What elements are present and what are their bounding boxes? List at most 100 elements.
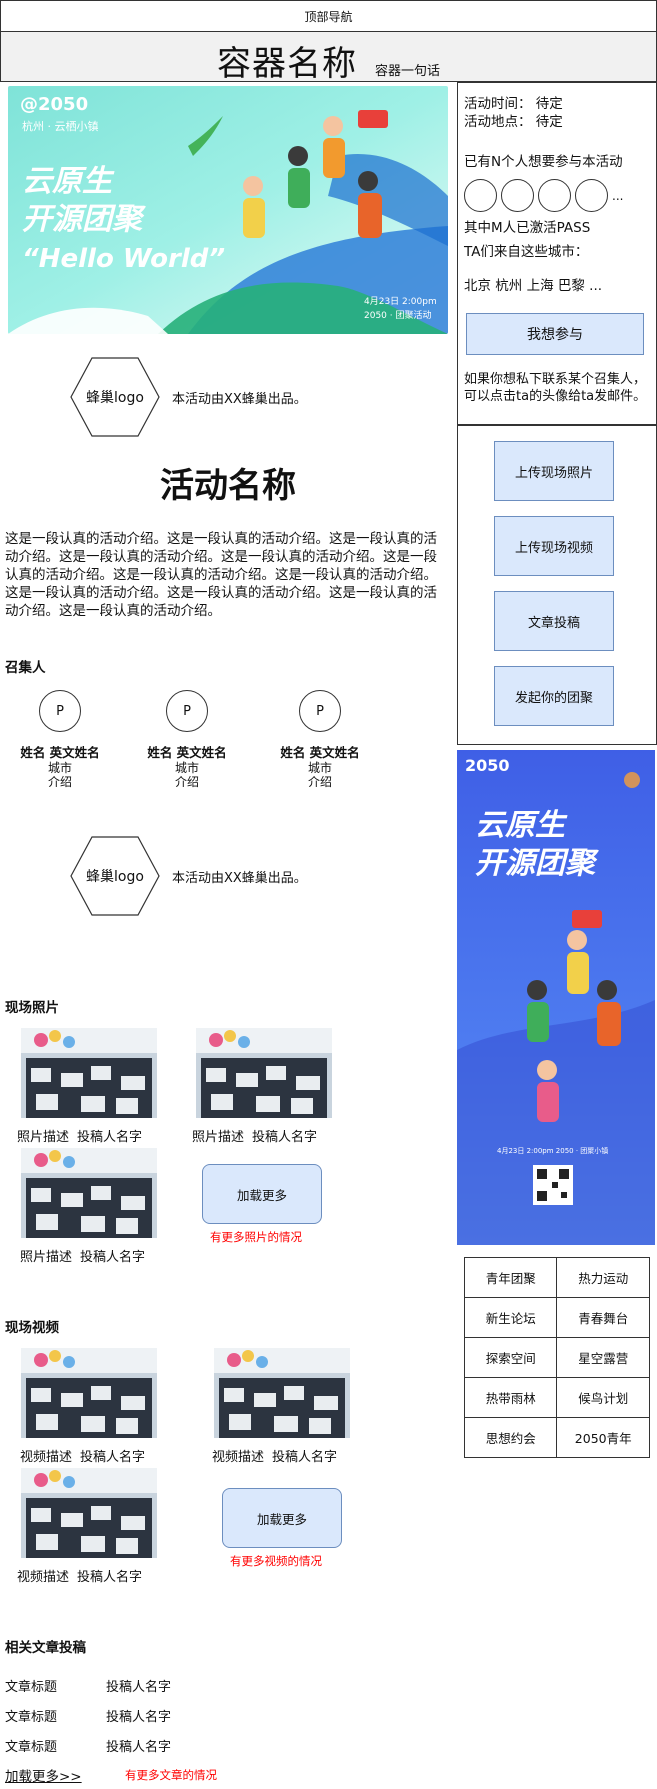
- live-video[interactable]: [214, 1348, 350, 1438]
- video-author[interactable]: 投稿人名字: [272, 1450, 337, 1465]
- photo-author[interactable]: 投稿人名字: [252, 1130, 317, 1145]
- video-description: 视频描述: [17, 1570, 70, 1585]
- live-photo[interactable]: [196, 1028, 332, 1118]
- video-author[interactable]: 投稿人名字: [80, 1450, 145, 1465]
- top-navigation[interactable]: 顶部导航: [0, 0, 657, 32]
- participant-avatar[interactable]: [501, 179, 534, 212]
- organizer-avatar[interactable]: P: [166, 690, 208, 732]
- banner-footer: 2050 · 团聚活动: [364, 311, 432, 321]
- submit-article-button[interactable]: 文章投稿: [494, 591, 614, 651]
- video-caption: 视频描述 投稿人名字: [212, 1446, 337, 1465]
- photo-author[interactable]: 投稿人名字: [80, 1250, 145, 1265]
- tag-table: 青年团聚 热力运动 新生论坛 青春舞台 探索空间 星空露营 热带雨林 候鸟计划 思想约会…: [463, 1257, 650, 1458]
- contact-note: 如果你想私下联系某个召集人，可以点击ta的头像给ta发邮件。: [464, 372, 647, 404]
- organizer-card[interactable]: P 姓名 英文姓名 城市 介绍: [137, 690, 237, 789]
- organizer-card[interactable]: P 姓名 英文姓名 城市 介绍: [270, 690, 370, 789]
- tag-item[interactable]: 思想约会: [463, 1417, 558, 1458]
- load-more-articles-link[interactable]: 加载更多>>: [5, 1765, 82, 1785]
- activity-poster: 2050 云原生 开源团聚 4月23日 2:00pm 2050 · 团聚小镇: [457, 750, 655, 1245]
- organizer-city: 城市: [307, 761, 332, 775]
- video-caption: 视频描述 投稿人名字: [20, 1446, 145, 1465]
- banner-headline-2: 开源团聚: [22, 202, 142, 237]
- article-title[interactable]: 文章标题: [5, 1710, 57, 1725]
- cities-list: 北京 杭州 上海 巴黎 ...: [464, 278, 603, 294]
- more-photos-hint: 有更多照片的情况: [210, 1230, 302, 1244]
- organizer-intro: 介绍: [47, 775, 72, 789]
- container-subtitle: 容器一句话: [374, 64, 440, 79]
- organizer-name: 姓名 英文姓名: [147, 745, 227, 760]
- photo-caption: 照片描述 投稿人名字: [192, 1126, 317, 1145]
- activity-place: 活动地点： 待定: [464, 114, 563, 130]
- container-title: 容器名称: [216, 44, 357, 84]
- tag-item[interactable]: 新生论坛: [463, 1297, 558, 1338]
- activity-info-panel: 活动时间： 待定 活动地点： 待定 已有N个人想要参与本活动 ... 其中M人已…: [457, 82, 657, 425]
- articles-title: 相关文章投稿: [5, 1640, 86, 1656]
- banner-brand: @2050: [20, 94, 89, 115]
- banner-location: 杭州 · 云栖小镇: [22, 120, 99, 133]
- activity-time: 活动时间： 待定: [464, 96, 563, 112]
- participant-avatar[interactable]: [538, 179, 571, 212]
- hive-logo-label: 蜂巢logo: [86, 390, 144, 406]
- participant-avatar[interactable]: [464, 179, 497, 212]
- live-photo[interactable]: [21, 1148, 157, 1238]
- photo-author[interactable]: 投稿人名字: [77, 1130, 142, 1145]
- upload-photo-button[interactable]: 上传现场照片: [494, 441, 614, 501]
- article-title[interactable]: 文章标题: [5, 1680, 57, 1695]
- video-caption: 视频描述 投稿人名字: [17, 1566, 142, 1585]
- banner-date: 4月23日 2:00pm: [364, 297, 437, 307]
- video-author[interactable]: 投稿人名字: [77, 1570, 142, 1585]
- organizer-name: 姓名 英文姓名: [20, 745, 100, 760]
- activity-banner: @2050 杭州 · 云栖小镇 云原生 开源团聚 “Hello World” 4…: [8, 86, 448, 334]
- activity-name: 活动名称: [160, 466, 296, 506]
- organizer-avatar[interactable]: P: [39, 690, 81, 732]
- producer-text: 本活动由XX蜂巢出品。: [172, 392, 307, 407]
- more-videos-hint: 有更多视频的情况: [230, 1554, 322, 1568]
- hive-logo: 蜂巢logo: [70, 836, 160, 916]
- tag-item[interactable]: 热带雨林: [463, 1377, 558, 1418]
- hive-logo-label: 蜂巢logo: [86, 869, 144, 885]
- live-video[interactable]: [21, 1348, 157, 1438]
- join-button[interactable]: 我想参与: [466, 313, 644, 355]
- action-panel: 上传现场照片 上传现场视频 文章投稿 发起你的团聚: [457, 425, 657, 745]
- tag-item[interactable]: 星空露营: [556, 1337, 650, 1378]
- tag-item[interactable]: 探索空间: [463, 1337, 558, 1378]
- tag-item[interactable]: 青年团聚: [463, 1257, 558, 1298]
- start-gathering-button[interactable]: 发起你的团聚: [494, 666, 614, 726]
- article-title[interactable]: 文章标题: [5, 1740, 57, 1755]
- article-row[interactable]: 文章标题 投稿人名字: [5, 1676, 171, 1695]
- article-row[interactable]: 文章标题 投稿人名字: [5, 1706, 171, 1725]
- tag-item[interactable]: 2050青年: [556, 1417, 650, 1458]
- photo-description: 照片描述: [192, 1130, 245, 1145]
- article-row[interactable]: 文章标题 投稿人名字: [5, 1736, 171, 1755]
- live-photo[interactable]: [21, 1028, 157, 1118]
- live-video[interactable]: [21, 1468, 157, 1558]
- organizer-city: 城市: [174, 761, 199, 775]
- organizer-intro: 介绍: [307, 775, 332, 789]
- load-more-photos-button[interactable]: 加载更多: [202, 1164, 322, 1224]
- banner-slogan: “Hello World”: [22, 244, 226, 274]
- tag-row: 新生论坛 青春舞台: [463, 1297, 650, 1338]
- video-description: 视频描述: [20, 1450, 73, 1465]
- more-articles-hint: 有更多文章的情况: [125, 1768, 217, 1782]
- producer-text: 本活动由XX蜂巢出品。: [172, 871, 307, 886]
- organizer-intro: 介绍: [174, 775, 199, 789]
- photo-caption: 照片描述 投稿人名字: [17, 1126, 142, 1145]
- container-header: 容器名称 容器一句话: [0, 32, 657, 84]
- poster-date: 4月23日 2:00pm 2050 · 团聚小镇: [497, 1147, 609, 1155]
- photo-description: 照片描述: [17, 1130, 70, 1145]
- activated-count: 其中M人已激活PASS: [464, 220, 591, 236]
- cities-title: TA们来自这些城市：: [464, 244, 589, 260]
- activity-intro: 这是一段认真的活动介绍。这是一段认真的活动介绍。这是一段认真的活动介绍。这是一段…: [5, 531, 437, 619]
- tag-item[interactable]: 青春舞台: [556, 1297, 650, 1338]
- poster-brand: 2050: [465, 756, 510, 775]
- tag-row: 探索空间 星空露营: [463, 1337, 650, 1378]
- organizer-avatar[interactable]: P: [299, 690, 341, 732]
- participant-avatar[interactable]: [575, 179, 608, 212]
- upload-video-button[interactable]: 上传现场视频: [494, 516, 614, 576]
- tag-item[interactable]: 候鸟计划: [556, 1377, 650, 1418]
- organizer-card[interactable]: P 姓名 英文姓名 城市 介绍: [10, 690, 110, 789]
- tag-row: 思想约会 2050青年: [463, 1417, 650, 1458]
- organizer-name: 姓名 英文姓名: [280, 745, 360, 760]
- load-more-videos-button[interactable]: 加载更多: [222, 1488, 342, 1548]
- tag-item[interactable]: 热力运动: [556, 1257, 650, 1298]
